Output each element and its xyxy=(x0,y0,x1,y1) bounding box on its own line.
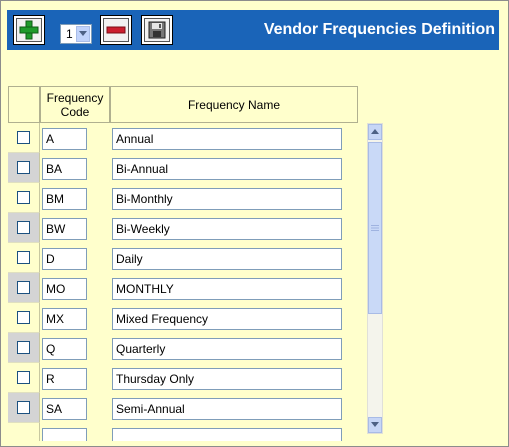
frequency-name-field[interactable]: Mixed Frequency xyxy=(112,308,342,330)
frequency-code-field[interactable]: BM xyxy=(42,188,87,210)
frequency-code-field[interactable]: A xyxy=(42,128,87,150)
row-checkbox[interactable] xyxy=(17,401,30,414)
row-select-cell xyxy=(8,423,40,441)
select-column-header xyxy=(8,86,40,123)
page-select-value: 1 xyxy=(66,27,73,41)
frequency-name-header: Frequency Name xyxy=(110,86,358,123)
save-button[interactable] xyxy=(141,15,173,45)
row-checkbox[interactable] xyxy=(17,221,30,234)
row-checkbox[interactable] xyxy=(17,131,30,144)
plus-icon xyxy=(16,18,42,42)
row-checkbox[interactable] xyxy=(17,371,30,384)
minus-icon xyxy=(103,18,129,42)
chevron-up-icon xyxy=(371,129,379,134)
row-select-cell xyxy=(8,213,40,243)
row-checkbox[interactable] xyxy=(17,191,30,204)
table-row: BM Bi-Monthly xyxy=(8,183,358,213)
row-select-cell xyxy=(8,123,40,153)
scroll-thumb[interactable] xyxy=(368,142,382,314)
frequency-code-field[interactable]: Q xyxy=(42,338,87,360)
frequency-code-field[interactable]: MO xyxy=(42,278,87,300)
table-row: BA Bi-Annual xyxy=(8,153,358,183)
row-select-cell xyxy=(8,273,40,303)
frequency-name-field[interactable]: Annual xyxy=(112,128,342,150)
table-row-partial xyxy=(8,423,358,441)
row-select-cell xyxy=(8,153,40,183)
frequency-name-field[interactable]: Semi-Annual xyxy=(112,398,342,420)
row-select-cell xyxy=(8,393,40,423)
table-row: A Annual xyxy=(8,123,358,153)
row-checkbox[interactable] xyxy=(17,161,30,174)
vertical-scrollbar[interactable] xyxy=(367,123,383,434)
frequencies-grid: Frequency Code Frequency Name A Annual B… xyxy=(8,86,358,441)
frequency-name-field[interactable]: Bi-Annual xyxy=(112,158,342,180)
row-checkbox[interactable] xyxy=(17,311,30,324)
row-select-cell xyxy=(8,183,40,213)
table-row: SA Semi-Annual xyxy=(8,393,358,423)
frequency-code-field[interactable]: BW xyxy=(42,218,87,240)
row-checkbox[interactable] xyxy=(17,281,30,294)
chevron-down-icon xyxy=(371,422,379,427)
frequency-name-field[interactable]: MONTHLY xyxy=(112,278,342,300)
floppy-disk-icon xyxy=(144,18,170,42)
row-checkbox[interactable] xyxy=(17,251,30,264)
frequency-code-header: Frequency Code xyxy=(40,86,110,123)
page-title: Vendor Frequencies Definition xyxy=(263,21,495,38)
frequency-code-field[interactable]: SA xyxy=(42,398,87,420)
add-button[interactable] xyxy=(13,15,45,45)
page-select[interactable]: 1 xyxy=(60,24,92,44)
scroll-down-button[interactable] xyxy=(368,417,382,433)
chevron-down-icon[interactable] xyxy=(76,26,90,42)
table-row: Q Quarterly xyxy=(8,333,358,363)
frequency-code-field[interactable]: BA xyxy=(42,158,87,180)
grid-rows: A Annual BA Bi-Annual BM Bi-Monthly BW B… xyxy=(8,123,358,441)
frequency-name-field[interactable]: Bi-Monthly xyxy=(112,188,342,210)
frequency-code-field[interactable]: MX xyxy=(42,308,87,330)
header-bar: 1 Vendor Frequencies Definition xyxy=(7,10,499,50)
table-row: D Daily xyxy=(8,243,358,273)
grip-icon xyxy=(371,225,379,231)
frequency-code-field[interactable]: R xyxy=(42,368,87,390)
row-select-cell xyxy=(8,363,40,393)
frequency-code-field[interactable]: D xyxy=(42,248,87,270)
row-select-cell xyxy=(8,243,40,273)
row-select-cell xyxy=(8,333,40,363)
frequency-name-field[interactable]: Quarterly xyxy=(112,338,342,360)
frequency-code-field[interactable] xyxy=(42,428,87,441)
app-window: 1 Vendor Frequencies Definition Frequenc… xyxy=(0,0,509,447)
table-row: MO MONTHLY xyxy=(8,273,358,303)
remove-button[interactable] xyxy=(100,15,132,45)
frequency-name-field[interactable]: Bi-Weekly xyxy=(112,218,342,240)
table-row: MX Mixed Frequency xyxy=(8,303,358,333)
frequency-name-field[interactable]: Daily xyxy=(112,248,342,270)
table-row: R Thursday Only xyxy=(8,363,358,393)
row-checkbox[interactable] xyxy=(17,341,30,354)
frequency-name-field[interactable] xyxy=(112,428,342,441)
row-select-cell xyxy=(8,303,40,333)
scroll-up-button[interactable] xyxy=(368,124,382,140)
frequency-name-field[interactable]: Thursday Only xyxy=(112,368,342,390)
table-row: BW Bi-Weekly xyxy=(8,213,358,243)
